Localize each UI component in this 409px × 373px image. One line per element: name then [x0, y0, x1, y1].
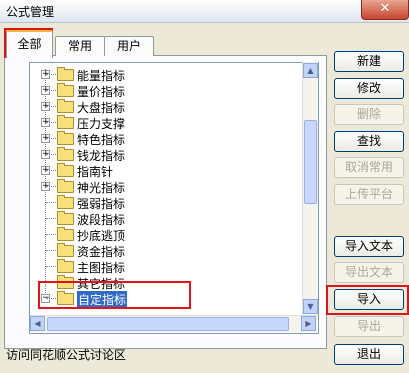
tree-branch — [46, 74, 56, 75]
scroll-left-icon[interactable]: ◀ — [30, 316, 45, 331]
modify-button[interactable]: 修改 — [334, 78, 404, 99]
find-button[interactable]: 查找 — [334, 131, 404, 152]
horizontal-scrollbar[interactable]: ◀ ▶ — [30, 315, 317, 332]
scroll-up-icon[interactable]: ▲ — [303, 63, 318, 78]
folder-icon — [57, 275, 74, 289]
tab-common-label: 常用 — [67, 39, 92, 53]
tree-item-13[interactable]: 其它指标 — [30, 274, 310, 291]
exit-button[interactable]: 退出 — [334, 344, 404, 365]
upload-platform-button[interactable]: 上传平台 — [334, 184, 404, 205]
tab-all[interactable]: 全部 — [6, 30, 53, 58]
new-button[interactable]: 新建 — [334, 51, 404, 72]
close-icon: ✕ — [379, 1, 391, 16]
tree-branch — [46, 298, 56, 299]
tree-item-1[interactable]: + 量价指标 — [30, 82, 310, 99]
tree-branch — [46, 138, 56, 139]
export-text-button[interactable]: 导出文本 — [334, 262, 404, 283]
tree-item-label-selected: 自定指标 — [77, 291, 128, 308]
tree-item-7[interactable]: + 神光指标 — [30, 178, 310, 195]
tree-item-8[interactable]: 强弱指标 — [30, 194, 310, 211]
scroll-right-icon[interactable]: ▶ — [301, 316, 316, 331]
tree-branch — [46, 106, 56, 107]
tree-item-10[interactable]: 抄底逃顶 — [30, 226, 310, 243]
folder-icon — [57, 163, 74, 177]
tree-item-14[interactable]: − 自定指标 — [30, 290, 310, 308]
cancel-common-button[interactable]: 取消常用 — [334, 157, 404, 178]
tree-branch — [46, 282, 56, 283]
title-bar: 公式管理 ✕ — [0, 0, 409, 23]
tree-branch — [46, 202, 56, 203]
folder-icon — [57, 83, 74, 97]
tree-branch — [46, 122, 56, 123]
window-title: 公式管理 — [6, 5, 55, 19]
folder-icon — [57, 131, 74, 145]
tree-branch — [46, 218, 56, 219]
tree-item-6[interactable]: + 指南针 — [30, 162, 310, 179]
tree-branch — [46, 90, 56, 91]
tree-item-5[interactable]: + 钱龙指标 — [30, 146, 310, 163]
tree-branch — [46, 170, 56, 171]
folder-icon — [57, 115, 74, 129]
folder-icon — [57, 99, 74, 113]
export-button[interactable]: 导出 — [334, 316, 404, 337]
folder-icon — [57, 291, 74, 305]
folder-icon — [57, 211, 74, 225]
tab-user-label: 用户 — [116, 39, 141, 53]
tree-branch — [46, 266, 56, 267]
tree-item-4[interactable]: + 特色指标 — [30, 130, 310, 147]
formula-tree[interactable]: + 能量指标 + 量价指标 + 大盘指标 + 压力支撑 + 特色指标 + 钱龙指… — [29, 62, 319, 334]
tab-common[interactable]: 常用 — [55, 36, 105, 56]
folder-icon — [57, 67, 74, 81]
horizontal-scroll-thumb[interactable] — [47, 317, 289, 331]
tree-branch — [46, 234, 56, 235]
folder-icon — [57, 227, 74, 241]
tab-user[interactable]: 用户 — [104, 36, 154, 56]
folder-icon — [57, 179, 74, 193]
import-button[interactable]: 导入 — [334, 289, 404, 310]
tree-item-2[interactable]: + 大盘指标 — [30, 98, 310, 115]
tree-item-9[interactable]: 波段指标 — [30, 210, 310, 227]
folder-icon — [57, 147, 74, 161]
close-button[interactable]: ✕ — [361, 0, 409, 20]
tree-item-0[interactable]: + 能量指标 — [30, 66, 310, 83]
tree-branch — [46, 250, 56, 251]
forum-link[interactable]: 访问同花顺公式讨论区 — [6, 346, 126, 363]
delete-button[interactable]: 删除 — [334, 104, 404, 125]
tree-item-11[interactable]: 资金指标 — [30, 242, 310, 259]
folder-icon — [57, 259, 74, 273]
tab-all-label: 全部 — [17, 37, 42, 51]
vertical-scroll-thumb[interactable] — [304, 120, 317, 204]
vertical-scrollbar[interactable]: ▲ ▼ — [302, 62, 318, 316]
folder-icon — [57, 243, 74, 257]
import-text-button[interactable]: 导入文本 — [334, 236, 404, 257]
folder-icon — [57, 195, 74, 209]
tree-branch — [46, 154, 56, 155]
scroll-down-icon[interactable]: ▼ — [303, 299, 318, 314]
tree-item-12[interactable]: 主图指标 — [30, 258, 310, 275]
tree-item-3[interactable]: + 压力支撑 — [30, 114, 310, 131]
tree-branch — [46, 186, 56, 187]
